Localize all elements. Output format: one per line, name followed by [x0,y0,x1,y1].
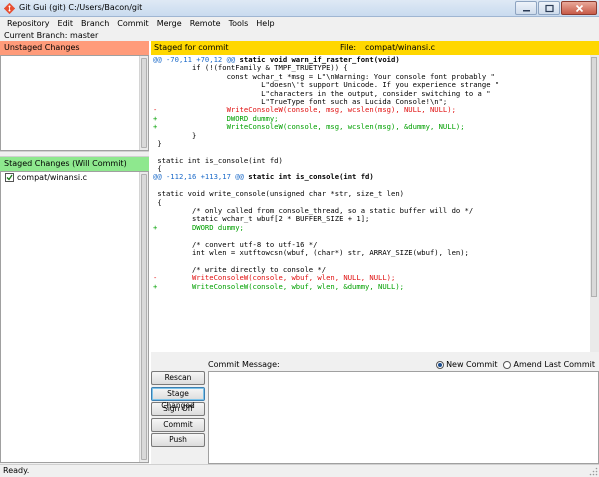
commit-area: Rescan Stage Changed Sign Off Commit Pus… [151,357,599,464]
commit-button[interactable]: Commit [151,417,205,432]
diff-context-line: } [153,138,162,148]
scroll-thumb[interactable] [591,57,597,297]
diff-viewer[interactable]: @@ -70,11 +70,12 @@ static void warn_if_… [151,55,599,352]
menu-merge[interactable]: Merge [153,17,186,30]
menu-edit[interactable]: Edit [54,17,78,30]
amend-commit-radio[interactable] [503,360,512,369]
menu-bar: Repository Edit Branch Commit Merge Remo… [0,17,599,30]
diff-state-label: Staged for commit [154,43,229,52]
menu-help[interactable]: Help [252,17,278,30]
rescan-button[interactable]: Rescan [151,371,205,385]
status-bar: Ready. [0,464,599,477]
menu-tools[interactable]: Tools [225,17,253,30]
staged-changes-header: Staged Changes (Will Commit) [0,157,149,171]
title-bar: Git Gui (git) C:/Users/Bacon/git [0,0,599,17]
status-text: Ready. [3,466,30,475]
commit-message-label: Commit Message: [208,360,280,369]
sign-off-button[interactable]: Sign Off [151,402,205,416]
diff-added-line: + WriteConsoleW(console, wbuf, wlen, &du… [153,281,404,291]
menu-remote[interactable]: Remote [186,17,225,30]
new-commit-radio[interactable] [436,360,445,369]
hunk-function: static int is_console(int fd) [243,172,374,182]
diff-context-line: static int is_console(int fd) [153,155,283,165]
commit-mode-group: New Commit Amend Last Commit [430,360,595,369]
unstaged-scrollbar[interactable] [139,56,148,150]
action-buttons: Rescan Stage Changed Sign Off Commit Pus… [151,371,205,449]
window-controls [514,1,597,16]
minimize-icon [522,9,530,11]
current-branch-label: Current Branch: master [0,30,599,41]
close-button[interactable] [561,1,597,15]
scroll-thumb[interactable] [141,58,147,148]
diff-text[interactable]: @@ -70,11 +70,12 @@ static void warn_if_… [151,55,599,291]
staged-file-list[interactable]: compat/winansi.c [0,171,149,463]
unstaged-file-list[interactable] [0,55,149,151]
minimize-button[interactable] [515,1,537,15]
list-item[interactable]: compat/winansi.c [1,172,148,183]
hunk-range: @@ -112,16 +113,17 @@ [153,172,244,182]
diff-file-path: compat/winansi.c [365,43,436,52]
diff-context-line: } [153,130,197,140]
diff-header: Staged for commit File: compat/winansi.c [151,41,599,55]
new-commit-label[interactable]: New Commit [446,360,497,369]
close-icon [575,4,583,12]
diff-hunk-header: @@ -112,16 +113,17 @@ static int is_cons… [153,173,599,181]
commit-message-field[interactable] [208,371,599,464]
menu-repository[interactable]: Repository [3,17,54,30]
diff-added-line: + DWORD dummy; [153,222,244,232]
maximize-button[interactable] [538,1,560,15]
push-button[interactable]: Push [151,433,205,447]
diff-added-line: + WriteConsoleW(console, msg, wcslen(msg… [153,122,465,132]
maximize-icon [544,4,554,12]
amend-commit-label[interactable]: Amend Last Commit [513,360,595,369]
check-icon[interactable] [5,173,14,182]
resize-grip-icon[interactable] [589,467,598,476]
diff-scrollbar[interactable] [590,55,599,352]
staged-file-name: compat/winansi.c [17,173,88,182]
file-lists-pane: Unstaged Changes Staged Changes (Will Co… [0,41,149,464]
menu-commit[interactable]: Commit [113,17,152,30]
window-title: Git Gui (git) C:/Users/Bacon/git [19,3,143,12]
menu-branch[interactable]: Branch [77,17,113,30]
diff-context-line: int wlen = xutftowcsn(wbuf, (char*) str,… [153,247,469,257]
staged-scrollbar[interactable] [139,172,148,462]
diff-context-line: static void write_console(unsigned char … [153,189,404,199]
scroll-thumb[interactable] [141,174,147,460]
diff-file-label: File: [340,43,357,52]
unstaged-changes-header: Unstaged Changes [0,41,149,55]
git-gui-app-icon [4,3,15,14]
stage-changed-button[interactable]: Stage Changed [151,386,205,410]
